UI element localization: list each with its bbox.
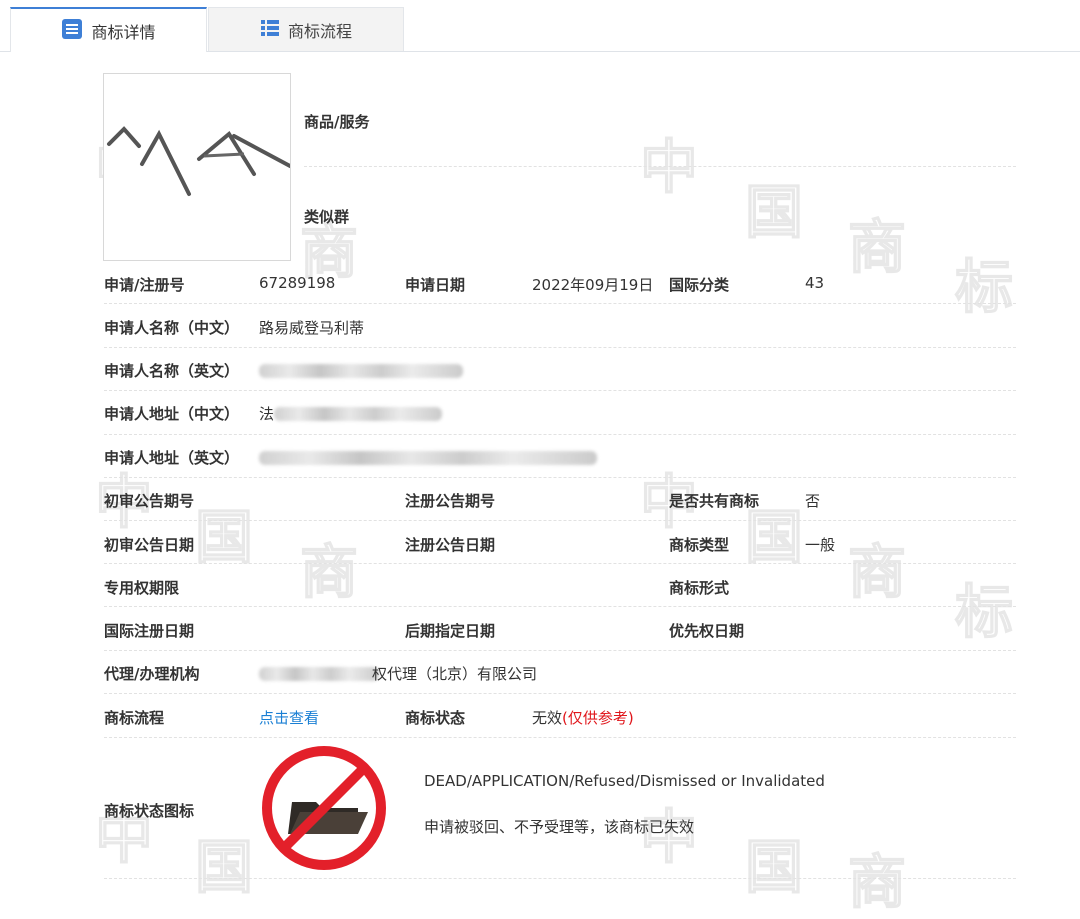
view-process-link[interactable]: 点击查看 [259, 707, 319, 728]
watermark-char: 商 [847, 212, 907, 281]
agent-visible: 权代理（北京）有限公司 [372, 665, 538, 683]
address-en-label: 申请人地址（英文） [104, 449, 240, 467]
later-date-label: 后期指定日期 [405, 622, 496, 640]
divider [104, 693, 1016, 694]
watermark-char: 商 [299, 537, 359, 606]
divider [104, 520, 1016, 521]
agent-label: 代理/办理机构 [104, 665, 200, 683]
status-icon-label: 商标状态图标 [104, 802, 195, 820]
prelim-date-label: 初审公告日期 [104, 536, 195, 554]
reg-pub-no-label: 注册公告期号 [405, 492, 496, 510]
divider [104, 737, 1016, 738]
divider [104, 878, 1016, 879]
priority-date-label: 优先权日期 [669, 622, 745, 640]
prelim-no-label: 初审公告期号 [104, 492, 195, 510]
redacted-applicant-en [259, 364, 463, 378]
tab-bar: 商标详情 商标流程 [0, 0, 1080, 52]
reg-no-label: 申请/注册号 [104, 276, 185, 294]
applicant-cn-label: 申请人名称（中文） [104, 319, 240, 337]
intl-class-value: 43 [805, 274, 825, 292]
watermark-char: 国 [194, 502, 254, 571]
status-en-text: DEAD/APPLICATION/Refused/Dismissed or In… [424, 772, 825, 790]
divider [104, 606, 1016, 607]
redacted-agent [259, 667, 379, 681]
divider [104, 563, 1016, 564]
address-cn-label: 申请人地址（中文） [104, 405, 240, 423]
apply-date-label: 申请日期 [405, 276, 466, 294]
divider [304, 166, 1016, 167]
tm-type-value: 一般 [805, 536, 836, 554]
status-cn-text: 申请被驳回、不予受理等，该商标已失效 [424, 818, 695, 836]
tm-type-label: 商标类型 [669, 536, 730, 554]
watermark-char: 国 [744, 177, 804, 246]
shared-value: 否 [805, 492, 821, 510]
tm-form-label: 商标形式 [669, 579, 730, 597]
watermark-char: 中 [639, 132, 699, 201]
similar-group-label: 类似群 [304, 208, 350, 226]
watermark-char: 商 [847, 537, 907, 606]
redacted-address-cn [274, 407, 442, 421]
tab-trademark-flow[interactable]: 商标流程 [208, 7, 404, 51]
intl-reg-date-label: 国际注册日期 [104, 622, 195, 640]
divider [104, 477, 1016, 478]
divider [104, 303, 1016, 304]
exclusive-term-label: 专用权期限 [104, 579, 180, 597]
status-text: 无效 [532, 709, 563, 727]
divider [104, 650, 1016, 651]
status-note: (仅供参考) [562, 709, 634, 727]
watermark-char: 标 [954, 577, 1014, 646]
divider [104, 347, 1016, 348]
watermark-char: 商 [847, 847, 907, 916]
redacted-address-en [259, 451, 597, 465]
intl-class-label: 国际分类 [669, 276, 730, 294]
trademark-detail-page: 商标详情 商标流程 中 国 商 标 中 国 商 中 国 商 标 中 国 商 中 … [0, 0, 1080, 917]
divider [104, 434, 1016, 435]
tab-detail-label: 商标详情 [91, 22, 156, 42]
tab-flow-label: 商标流程 [287, 21, 352, 41]
watermark-char: 国 [744, 832, 804, 901]
reg-pub-date-label: 注册公告日期 [405, 536, 496, 554]
status-value: 无效(仅供参考) [532, 707, 634, 728]
divider [104, 390, 1016, 391]
reg-no-value: 67289198 [259, 274, 336, 292]
goods-services-label: 商品/服务 [304, 113, 370, 131]
status-label: 商标状态 [405, 709, 466, 727]
apply-date-value: 2022年09月19日 [532, 276, 654, 294]
trademark-image [103, 73, 292, 261]
watermark-char: 国 [194, 832, 254, 901]
watermark-char: 标 [954, 252, 1014, 321]
applicant-cn-value: 路易威登马利蒂 [259, 319, 365, 337]
address-cn-visible: 法 [259, 405, 275, 423]
tab-trademark-detail[interactable]: 商标详情 [10, 7, 207, 52]
list-bullets-icon [260, 19, 280, 41]
applicant-en-label: 申请人名称（英文） [104, 362, 240, 380]
process-label: 商标流程 [104, 709, 165, 727]
list-icon [61, 18, 83, 44]
shared-label: 是否共有商标 [669, 492, 760, 510]
dead-status-icon [258, 742, 390, 874]
